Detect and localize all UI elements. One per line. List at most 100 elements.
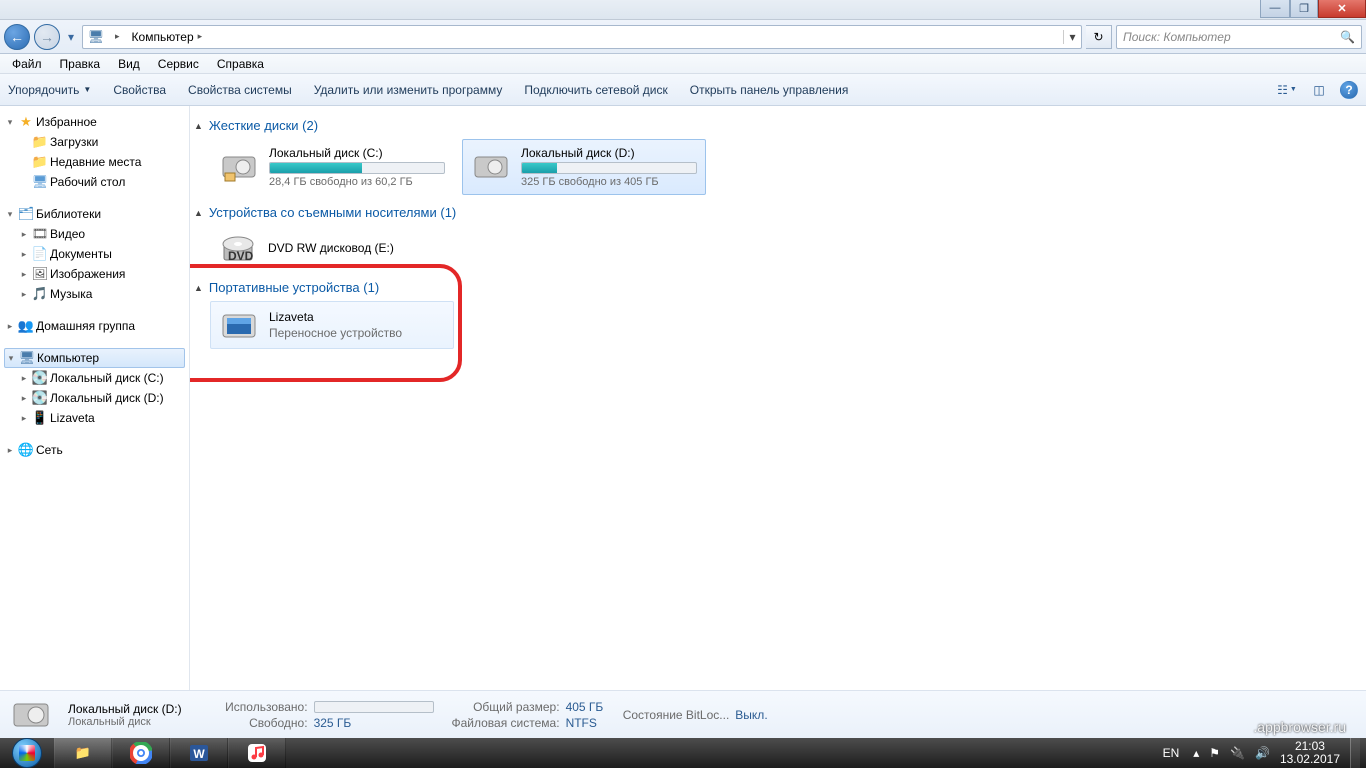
volume-icon[interactable]: 🔊 [1255,746,1270,760]
portable-device-icon [219,305,259,345]
video-icon: 🎞 [32,226,48,242]
label-total: Общий размер: [450,700,560,714]
tree-music[interactable]: 🎵Музыка [0,284,189,304]
forward-button[interactable]: → [34,24,60,50]
command-bar: Упорядочить▼ Свойства Свойства системы У… [0,74,1366,106]
collapse-icon: ▲ [194,208,203,218]
portable-device-lizaveta[interactable]: Lizaveta Переносное устройство [210,301,454,349]
documents-icon: 📄 [32,246,48,262]
tree-video[interactable]: 🎞Видео [0,224,189,244]
value-total: 405 ГБ [566,700,604,714]
taskbar-itunes[interactable] [228,738,286,768]
label-filesystem: Файловая система: [450,716,560,730]
start-button[interactable] [0,738,54,768]
tree-disk-c[interactable]: 💽Локальный диск (C:) [0,368,189,388]
uninstall-program-button[interactable]: Удалить или изменить программу [314,83,503,97]
libraries-icon: 🗂 [18,206,34,222]
taskbar-chrome[interactable] [112,738,170,768]
itunes-icon [246,742,268,764]
maximize-button[interactable]: ❐ [1290,0,1318,18]
chrome-icon [130,742,152,764]
open-control-panel-button[interactable]: Открыть панель управления [690,83,849,97]
clock-date: 13.02.2017 [1280,753,1340,766]
tree-homegroup[interactable]: 👥Домашняя группа [0,316,189,336]
clock[interactable]: 21:03 13.02.2017 [1280,740,1340,766]
desktop-icon: 🖥 [32,174,48,190]
label-free: Свободно: [198,716,308,730]
breadcrumb-computer[interactable]: Компьютер ▸ [126,26,209,48]
tray-overflow-icon[interactable]: ▴ [1193,746,1199,760]
navigation-pane: ★Избранное 📁Загрузки 📁Недавние места 🖥Ра… [0,106,190,690]
hdd-icon [219,147,259,187]
content-pane: ▲Жесткие диски (2) Локальный диск (C:) 2… [190,106,1366,690]
back-button[interactable]: ← [4,24,30,50]
dvd-drive[interactable]: DVD DVD RW дисковод (E:) [210,226,454,270]
watermark: .appbrowser.ru [1253,719,1346,735]
device-type: Переносное устройство [269,326,445,340]
language-indicator[interactable]: EN [1159,746,1184,760]
tree-lizaveta[interactable]: 📱Lizaveta [0,408,189,428]
address-bar-row: ← → ▾ 🖥 ▸ Компьютер ▸ ▾ ↻ Поиск: Компьют… [0,20,1366,54]
drive-name: Локальный диск (D:) [521,146,697,160]
homegroup-icon: 👥 [18,318,34,334]
folder-icon: 📁 [32,154,48,170]
device-name: Lizaveta [269,310,445,324]
value-filesystem: NTFS [566,716,597,730]
address-bar[interactable]: 🖥 ▸ Компьютер ▸ ▾ [82,25,1082,49]
section-removable[interactable]: ▲Устройства со съемными носителями (1) [194,205,1358,220]
breadcrumb-label: Компьютер [132,30,194,44]
view-options-button[interactable]: ☷▼ [1276,79,1298,101]
disk-icon: 💽 [32,370,48,386]
organize-button[interactable]: Упорядочить▼ [8,83,91,97]
help-button[interactable]: ? [1340,81,1358,99]
menu-tools[interactable]: Сервис [150,55,207,73]
drive-name: DVD RW дисковод (E:) [268,241,394,255]
dvd-icon: DVD [218,228,258,268]
show-desktop-button[interactable] [1350,738,1360,768]
drive-free-text: 28,4 ГБ свободно из 60,2 ГБ [269,176,445,188]
preview-pane-button[interactable]: ◫ [1308,79,1330,101]
menu-view[interactable]: Вид [110,55,148,73]
tree-network[interactable]: 🌐Сеть [0,440,189,460]
details-name: Локальный диск (D:) [68,702,182,716]
chevron-right-icon: ▸ [115,31,120,42]
nav-history-dropdown[interactable]: ▾ [64,24,78,50]
map-network-drive-button[interactable]: Подключить сетевой диск [524,83,667,97]
tree-pictures[interactable]: 🖼Изображения [0,264,189,284]
minimize-button[interactable]: — [1260,0,1290,18]
power-icon[interactable]: 🔌 [1230,746,1245,760]
drive-name: Локальный диск (C:) [269,146,445,160]
menu-file[interactable]: Файл [4,55,50,73]
tree-computer[interactable]: 🖥Компьютер [4,348,185,368]
usage-bar [269,162,445,174]
tree-desktop[interactable]: 🖥Рабочий стол [0,172,189,192]
computer-icon: 🖥 [19,350,35,366]
tree-recent[interactable]: 📁Недавние места [0,152,189,172]
action-center-icon[interactable]: ⚑ [1209,746,1220,760]
drive-d[interactable]: Локальный диск (D:) 325 ГБ свободно из 4… [462,139,706,195]
taskbar-word[interactable]: W [170,738,228,768]
titlebar: — ❐ ✕ [0,0,1366,20]
section-portable[interactable]: ▲Портативные устройства (1) [194,280,1358,295]
tree-documents[interactable]: 📄Документы [0,244,189,264]
details-type: Локальный диск [68,716,182,728]
close-button[interactable]: ✕ [1318,0,1366,18]
menu-help[interactable]: Справка [209,55,272,73]
tree-disk-d[interactable]: 💽Локальный диск (D:) [0,388,189,408]
search-placeholder: Поиск: Компьютер [1123,30,1231,44]
search-input[interactable]: Поиск: Компьютер 🔍 [1116,25,1362,49]
tree-libraries[interactable]: 🗂Библиотеки [0,204,189,224]
tree-downloads[interactable]: 📁Загрузки [0,132,189,152]
refresh-button[interactable]: ↻ [1086,25,1112,49]
taskbar-explorer[interactable]: 📁 [54,738,112,768]
properties-button[interactable]: Свойства [113,83,166,97]
menu-edit[interactable]: Правка [52,55,109,73]
folder-icon: 📁 [75,745,91,761]
address-dropdown[interactable]: ▾ [1063,30,1081,44]
hdd-icon [471,147,511,187]
system-properties-button[interactable]: Свойства системы [188,83,292,97]
drive-c[interactable]: Локальный диск (C:) 28,4 ГБ свободно из … [210,139,454,195]
word-icon: W [188,742,210,764]
section-hard-disks[interactable]: ▲Жесткие диски (2) [194,118,1358,133]
tree-favorites[interactable]: ★Избранное [0,112,189,132]
